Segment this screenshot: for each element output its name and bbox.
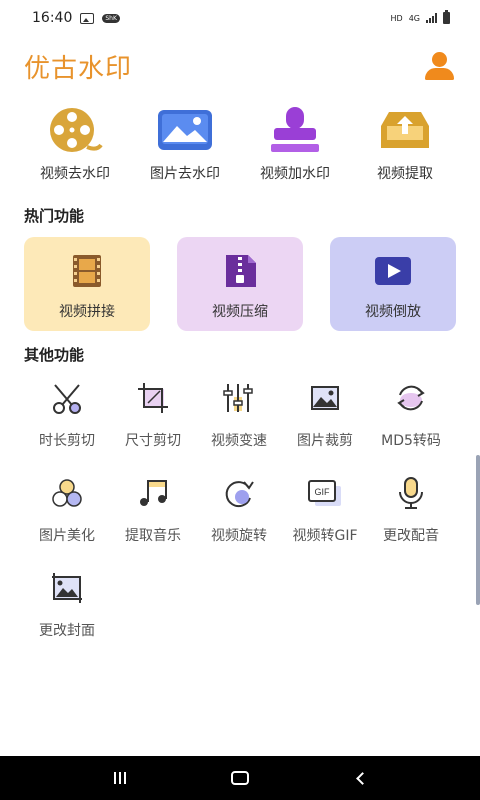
function-label: 时长剪切 (39, 433, 95, 449)
picture-crop-icon (307, 380, 343, 416)
recent-apps-button[interactable] (100, 763, 140, 793)
signal-icon (426, 13, 437, 23)
play-screen-icon (373, 251, 413, 291)
back-icon (355, 771, 369, 785)
hot-section-title: 热门功能 (24, 207, 85, 225)
tray-upload-icon (375, 105, 435, 155)
image-crop-button[interactable]: 图片裁剪 (282, 380, 368, 475)
scrollbar[interactable] (476, 455, 480, 605)
top-tool-label: 视频加水印 (260, 166, 330, 182)
video-speed-button[interactable]: 视频变速 (196, 380, 282, 475)
stamp-icon (265, 105, 325, 155)
duration-cut-button[interactable]: 时长剪切 (24, 380, 110, 475)
other-functions-grid: 时长剪切 尺寸剪切 视频变速 图片裁剪 MD5转码 图片美化 提取音乐 视频旋转… (24, 380, 464, 665)
hd-indicator: HD (390, 13, 403, 23)
extract-music-button[interactable]: 提取音乐 (110, 475, 196, 570)
battery-icon (443, 10, 450, 24)
gif-text: GIF (315, 487, 331, 497)
function-label: 更改配音 (383, 528, 439, 544)
home-icon (231, 771, 249, 785)
top-tool-label: 视频提取 (377, 166, 433, 182)
user-profile-icon[interactable] (422, 50, 456, 82)
video-reverse-card[interactable]: 视频倒放 (330, 237, 456, 331)
home-button[interactable] (220, 763, 260, 793)
remove-image-watermark-button[interactable]: 图片去水印 (130, 105, 240, 183)
video-join-card[interactable]: 视频拼接 (24, 237, 150, 331)
function-label: 更改封面 (39, 623, 95, 639)
function-label: 图片裁剪 (297, 433, 353, 449)
film-reel-icon (45, 105, 105, 155)
image-beautify-button[interactable]: 图片美化 (24, 475, 110, 570)
add-video-watermark-button[interactable]: 视频加水印 (240, 105, 350, 183)
network-type: 4G (408, 13, 420, 23)
other-section-title: 其他功能 (24, 346, 85, 364)
header: 优古水印 (24, 46, 456, 86)
function-label: 视频变速 (211, 433, 267, 449)
video-compress-card[interactable]: 视频压缩 (177, 237, 303, 331)
function-label: 提取音乐 (125, 528, 181, 544)
system-nav-bar (0, 756, 480, 800)
image-icon (155, 105, 215, 155)
scissors-icon (49, 380, 85, 416)
function-label: 图片美化 (39, 528, 95, 544)
circles-icon (49, 475, 85, 511)
function-label: 视频转GIF (292, 528, 358, 544)
gif-icon: GIF (307, 475, 343, 511)
back-button[interactable] (340, 763, 380, 793)
top-tool-label: 视频去水印 (40, 166, 110, 182)
size-crop-button[interactable]: 尺寸剪切 (110, 380, 196, 475)
app-title: 优古水印 (24, 53, 133, 84)
video-extract-button[interactable]: 视频提取 (350, 105, 460, 183)
refresh-icon (393, 380, 429, 416)
cover-image-icon (49, 570, 85, 606)
video-rotate-button[interactable]: 视频旋转 (196, 475, 282, 570)
top-tools: 视频去水印 图片去水印 视频加水印 视频提取 (20, 105, 460, 183)
status-bar: 16:40 ShK HD 4G (0, 0, 480, 36)
status-time: 16:40 (32, 10, 73, 26)
function-label: 尺寸剪切 (125, 433, 181, 449)
crop-icon (135, 380, 171, 416)
function-label: MD5转码 (381, 433, 441, 449)
video-to-gif-button[interactable]: GIF 视频转GIF (282, 475, 368, 570)
change-cover-button[interactable]: 更改封面 (24, 570, 110, 665)
microphone-icon (393, 475, 429, 511)
gallery-notification-icon (80, 12, 95, 24)
recent-apps-icon (114, 772, 126, 784)
top-tool-label: 图片去水印 (150, 166, 220, 182)
music-note-icon (135, 475, 171, 511)
remove-video-watermark-button[interactable]: 视频去水印 (20, 105, 130, 183)
sliders-icon (221, 380, 257, 416)
hot-card-label: 视频拼接 (59, 304, 115, 320)
hot-row: 视频拼接 视频压缩 视频倒放 (24, 237, 456, 331)
function-label: 视频旋转 (211, 528, 267, 544)
change-dubbing-button[interactable]: 更改配音 (368, 475, 454, 570)
film-strip-icon (67, 251, 107, 291)
hot-card-label: 视频压缩 (212, 304, 268, 320)
app-notification-icon: ShK (102, 13, 120, 23)
zip-file-icon (220, 251, 260, 291)
rotate-icon (221, 475, 257, 511)
hot-card-label: 视频倒放 (365, 304, 421, 320)
md5-transcode-button[interactable]: MD5转码 (368, 380, 454, 475)
